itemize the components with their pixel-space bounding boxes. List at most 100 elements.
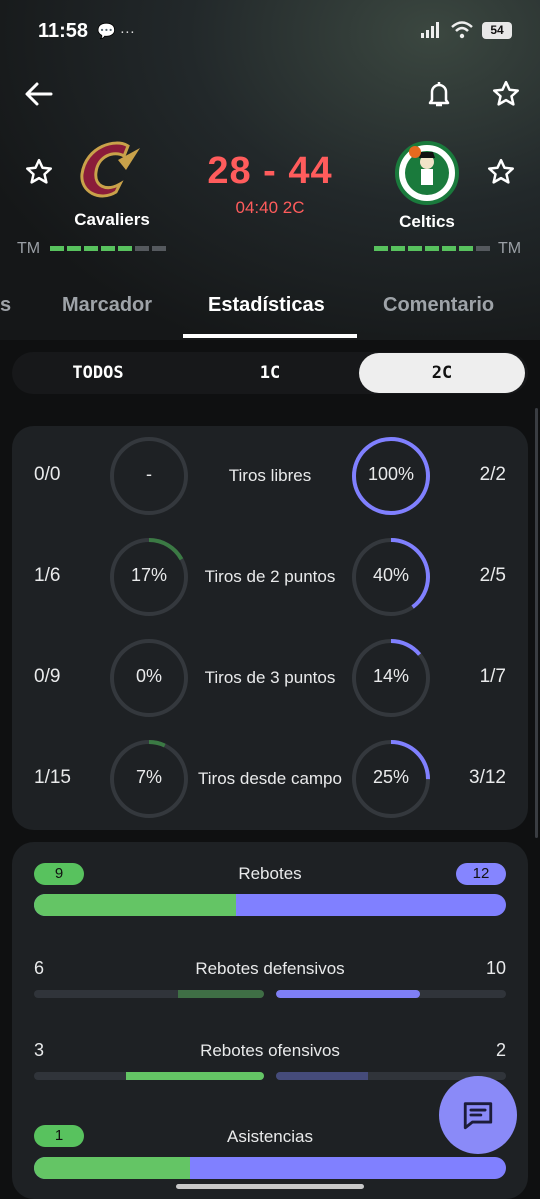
wifi-icon xyxy=(451,21,473,39)
notification-icons: 💬 ··· xyxy=(97,23,135,40)
away-percentage-ring: 14% xyxy=(351,638,431,718)
away-percentage-ring: 100% xyxy=(351,436,431,516)
period-todos[interactable]: TODOS xyxy=(12,352,184,394)
away-form-segment xyxy=(391,246,405,251)
rebounds-bar xyxy=(34,894,506,916)
away-made-attempts: 2/2 xyxy=(479,464,506,485)
chat-icon xyxy=(463,1102,493,1130)
home-percentage-ring: - xyxy=(109,436,189,516)
period-1c[interactable]: 1C xyxy=(184,352,356,394)
match-clock: 04:40 2C xyxy=(235,198,305,217)
home-form-segment xyxy=(101,246,115,251)
shot-type-label: Tiros desde campo xyxy=(198,769,342,788)
tab-marcador[interactable]: Marcador xyxy=(62,294,152,317)
tab-comentario[interactable]: Comentario xyxy=(383,294,494,317)
off-rebounds-label: Rebotes ofensivos xyxy=(200,1041,340,1060)
arrow-left-icon xyxy=(25,82,53,106)
away-percentage-ring: 40% xyxy=(351,537,431,617)
chat-button[interactable] xyxy=(439,1076,517,1154)
home-percentage-ring: 7% xyxy=(109,739,189,819)
home-made-attempts: 1/15 xyxy=(34,767,71,788)
away-made-attempts: 3/12 xyxy=(469,767,506,788)
away-percentage: 40% xyxy=(372,565,410,585)
favorite-match-button[interactable] xyxy=(484,72,528,116)
signal-icon xyxy=(421,22,439,38)
status-bar: 11:58 💬 ··· 54 xyxy=(0,0,540,62)
def-rebounds-home-bar xyxy=(34,990,264,998)
shooting-row: 0/9 0% Tiros de 3 puntos 14% 1/7 xyxy=(12,638,528,718)
def-rebounds-home-fill xyxy=(177,990,264,998)
home-form-segment xyxy=(50,246,64,251)
rebounds-card: 9 Rebotes 12 6 Rebotes defensivos 10 3 R… xyxy=(12,842,528,1199)
away-form-segment xyxy=(459,246,473,251)
bell-icon xyxy=(428,82,450,107)
battery-icon: 54 xyxy=(482,21,512,39)
status-time: 11:58 xyxy=(38,20,89,42)
home-form-label: TM xyxy=(17,240,41,257)
shooting-row: 1/6 17% Tiros de 2 puntos 40% 2/5 xyxy=(12,537,528,617)
match-tabs: s Marcador Estadísticas Comentario xyxy=(0,280,540,336)
shooting-row: 1/15 7% Tiros desde campo 25% 3/12 xyxy=(12,739,528,819)
tab-partial[interactable]: s xyxy=(0,294,11,317)
shooting-row: 0/0 - Tiros libres 100% 2/2 xyxy=(12,436,528,516)
away-made-attempts: 1/7 xyxy=(479,666,506,687)
home-team-name: Cavaliers xyxy=(74,210,150,229)
rebounds-home-fill xyxy=(34,894,237,916)
favorite-away-team-button[interactable] xyxy=(479,150,523,194)
home-percentage: - xyxy=(146,464,152,484)
cavaliers-logo xyxy=(80,141,140,198)
off-rebounds-home-bar xyxy=(34,1072,264,1080)
home-percentage-ring: 17% xyxy=(109,537,189,617)
home-indicator[interactable] xyxy=(176,1184,364,1189)
away-form-label: TM xyxy=(498,240,522,257)
period-selector: TODOS 1C 2C xyxy=(12,352,528,394)
home-percentage: 0% xyxy=(135,666,162,686)
shooting-stats-card: 0/0 - Tiros libres 100% 2/2 1/6 17% Tiros de 2 … xyxy=(12,426,528,830)
away-percentage-ring: 25% xyxy=(351,739,431,819)
shot-type-label: Tiros de 3 puntos xyxy=(204,668,336,687)
off-rebounds-away: 2 xyxy=(495,1040,506,1060)
shot-type-label: Tiros libres xyxy=(228,466,312,485)
away-team-name: Celtics xyxy=(399,212,455,231)
star-outline-icon xyxy=(26,158,52,184)
assists-home-fill xyxy=(34,1157,190,1179)
home-form-segment xyxy=(135,246,149,251)
home-made-attempts: 0/9 xyxy=(34,666,61,687)
home-percentage-ring: 0% xyxy=(109,638,189,718)
home-made-attempts: 1/6 xyxy=(34,565,61,586)
notification-button[interactable] xyxy=(417,72,461,116)
away-percentage: 25% xyxy=(372,767,410,787)
top-nav xyxy=(0,70,540,120)
home-team[interactable]: Cavaliers xyxy=(52,140,172,230)
away-form-segment xyxy=(374,246,388,251)
rebounds-away-value: 12 xyxy=(456,863,506,885)
away-form-segment xyxy=(442,246,456,251)
assists-bar xyxy=(34,1157,506,1179)
home-made-attempts: 0/0 xyxy=(34,464,61,485)
star-outline-icon xyxy=(488,158,514,184)
away-team[interactable]: Celtics xyxy=(367,140,487,232)
rebounds-label: Rebotes xyxy=(238,864,302,883)
home-percentage: 7% xyxy=(135,767,162,787)
off-rebounds-away-fill xyxy=(276,1072,368,1080)
celtics-logo xyxy=(395,141,459,205)
away-percentage: 100% xyxy=(367,464,415,484)
scrollbar[interactable] xyxy=(535,408,538,838)
match-score: 28 - 44 xyxy=(207,150,333,192)
home-form-segment xyxy=(84,246,98,251)
active-tab-indicator xyxy=(183,334,357,338)
home-form-bar xyxy=(50,246,166,251)
away-form-segment xyxy=(408,246,422,251)
def-rebounds-away: 10 xyxy=(485,958,506,978)
shot-type-label: Tiros de 2 puntos xyxy=(204,567,336,586)
def-rebounds-away-bar xyxy=(276,990,506,998)
period-2c[interactable]: 2C xyxy=(359,353,525,393)
tab-estadisticas[interactable]: Estadísticas xyxy=(208,294,325,317)
def-rebounds-label: Rebotes defensivos xyxy=(195,959,345,978)
home-percentage: 17% xyxy=(130,565,168,585)
home-form-segment xyxy=(152,246,166,251)
away-percentage: 14% xyxy=(372,666,410,686)
back-button[interactable] xyxy=(17,72,61,116)
away-form-segment xyxy=(425,246,439,251)
off-rebounds-home-fill xyxy=(126,1072,264,1080)
